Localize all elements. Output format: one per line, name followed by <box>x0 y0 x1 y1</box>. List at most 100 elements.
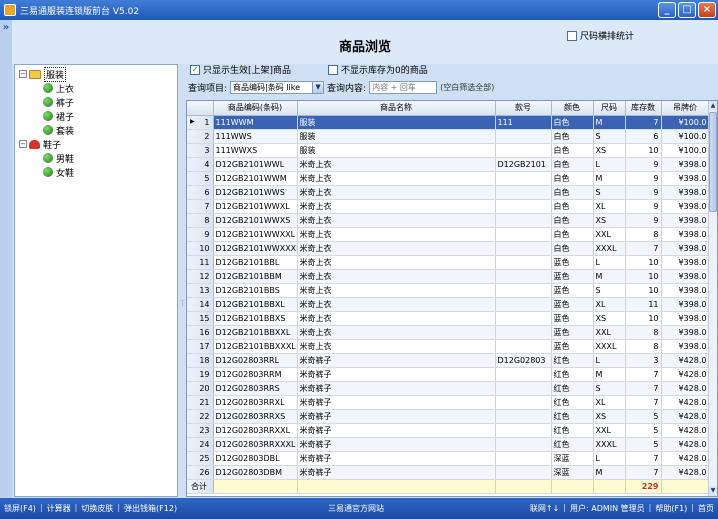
table-cell[interactable]: 米奇裤子 <box>297 423 496 438</box>
table-cell[interactable]: 服装 <box>297 129 496 144</box>
table-cell[interactable]: ¥398.0 <box>661 241 710 256</box>
table-cell[interactable]: S <box>593 129 626 144</box>
table-cell[interactable]: 7 <box>625 241 662 256</box>
table-cell[interactable]: XL <box>593 395 626 410</box>
show-active-option[interactable]: ✓ 只显示生效[上架]商品 <box>190 63 291 76</box>
table-cell[interactable]: XS <box>593 311 626 326</box>
table-cell[interactable]: 米奇上衣 <box>297 255 496 270</box>
table-cell[interactable]: L <box>593 255 626 270</box>
table-cell[interactable]: 米奇上衣 <box>297 269 496 284</box>
status-right-item-1[interactable]: 用户: ADMIN 管理员 <box>570 503 645 514</box>
query-item-select[interactable]: 商品编码|条码 like ▼ <box>230 81 325 94</box>
table-cell[interactable]: ¥398.0 <box>661 185 710 200</box>
row-number[interactable]: 16 <box>187 325 214 340</box>
maximize-button[interactable]: □ <box>678 2 696 18</box>
table-cell[interactable]: 10 <box>625 143 662 158</box>
table-cell[interactable]: 10 <box>625 283 662 298</box>
status-right-item-3[interactable]: 首页 <box>698 503 714 514</box>
table-cell[interactable]: M <box>593 465 626 480</box>
table-cell[interactable] <box>495 269 552 284</box>
table-cell[interactable]: XXXL <box>593 241 626 256</box>
row-number[interactable]: 22 <box>187 409 214 424</box>
column-header[interactable]: 商品编码(条码) <box>213 101 298 116</box>
status-left-item-0[interactable]: 锁屏(F4) <box>4 503 36 514</box>
table-cell[interactable]: ¥428.0 <box>661 409 710 424</box>
scroll-up-icon[interactable]: ▲ <box>709 101 717 111</box>
hide-zero-checkbox[interactable] <box>328 64 338 75</box>
status-left-item-1[interactable]: 计算器 <box>47 503 71 514</box>
table-row[interactable]: 17 D12GB2101BBXXXL 米奇上衣 蓝色 XXXL 8 ¥398.0 <box>187 339 710 354</box>
table-cell[interactable] <box>495 241 552 256</box>
table-cell[interactable]: 111WWXS <box>213 143 298 158</box>
table-cell[interactable]: 红色 <box>551 423 594 438</box>
table-cell[interactable]: 米奇上衣 <box>297 283 496 298</box>
table-row[interactable]: 3 111WWXS 服装 白色 XS 10 ¥100.0 <box>187 143 710 158</box>
row-number[interactable]: 18 <box>187 353 214 368</box>
collapse-icon[interactable]: − <box>19 70 27 78</box>
table-cell[interactable] <box>495 227 552 242</box>
table-cell[interactable]: 蓝色 <box>551 255 594 270</box>
table-cell[interactable]: D12GB2101WWXXXL <box>213 241 298 256</box>
table-cell[interactable]: 米奇上衣 <box>297 171 496 186</box>
tree-node-label[interactable]: 裙子 <box>56 110 74 123</box>
table-cell[interactable]: D12GB2101WWL <box>213 157 298 172</box>
table-cell[interactable]: 白色 <box>551 241 594 256</box>
table-cell[interactable]: 白色 <box>551 213 594 228</box>
table-cell[interactable]: 米奇上衣 <box>297 199 496 214</box>
table-cell[interactable]: 深蓝 <box>551 451 594 466</box>
table-cell[interactable]: XXL <box>593 423 626 438</box>
status-right-item-2[interactable]: 帮助(F1) <box>655 503 687 514</box>
table-cell[interactable]: ¥398.0 <box>661 255 710 270</box>
table-cell[interactable]: XS <box>593 409 626 424</box>
table-cell[interactable]: 米奇上衣 <box>297 241 496 256</box>
table-cell[interactable]: 8 <box>625 227 662 242</box>
table-cell[interactable]: 红色 <box>551 395 594 410</box>
table-cell[interactable]: 深蓝 <box>551 465 594 480</box>
table-cell[interactable]: XL <box>593 297 626 312</box>
table-row[interactable]: 25 D12G02803DBL 米奇裤子 深蓝 L 7 ¥428.0 <box>187 451 710 466</box>
table-cell[interactable]: S <box>593 283 626 298</box>
table-cell[interactable]: ¥100.0 <box>661 129 710 144</box>
table-cell[interactable]: 111 <box>495 115 552 130</box>
table-row[interactable]: 22 D12G02803RRXS 米奇裤子 红色 XS 5 ¥428.0 <box>187 409 710 424</box>
table-cell[interactable]: ¥428.0 <box>661 437 710 452</box>
table-cell[interactable]: ¥100.0 <box>661 115 710 130</box>
table-cell[interactable]: 米奇上衣 <box>297 213 496 228</box>
close-button[interactable]: × <box>698 2 716 18</box>
table-cell[interactable]: D12G02803RRXS <box>213 409 298 424</box>
tree-node-label[interactable]: 服装 <box>44 66 67 82</box>
table-cell[interactable]: 5 <box>625 437 662 452</box>
table-cell[interactable]: XXXL <box>593 437 626 452</box>
table-cell[interactable]: 9 <box>625 185 662 200</box>
table-cell[interactable] <box>495 465 552 480</box>
column-header[interactable]: 尺码 <box>593 101 626 116</box>
table-cell[interactable] <box>495 381 552 396</box>
scrollbar-thumb[interactable] <box>709 112 717 212</box>
table-row[interactable]: 23 D12G02803RRXXL 米奇裤子 红色 XXL 5 ¥428.0 <box>187 423 710 438</box>
table-cell[interactable]: 11 <box>625 297 662 312</box>
status-right-item-0[interactable]: 联网↑↓ <box>530 503 559 514</box>
table-cell[interactable]: ¥428.0 <box>661 451 710 466</box>
table-cell[interactable]: ¥428.0 <box>661 367 710 382</box>
table-row[interactable]: 21 D12G02803RRXL 米奇裤子 红色 XL 7 ¥428.0 <box>187 395 710 410</box>
table-cell[interactable]: 米奇裤子 <box>297 465 496 480</box>
table-cell[interactable]: 白色 <box>551 227 594 242</box>
table-cell[interactable]: D12GB2101BBM <box>213 269 298 284</box>
tree-node-mens-shoes[interactable]: 男鞋 <box>19 151 177 165</box>
table-cell[interactable]: 米奇上衣 <box>297 185 496 200</box>
table-row[interactable]: 10 D12GB2101WWXXXL 米奇上衣 白色 XXXL 7 ¥398.0 <box>187 241 710 256</box>
table-cell[interactable]: 蓝色 <box>551 325 594 340</box>
table-cell[interactable] <box>495 255 552 270</box>
table-cell[interactable] <box>495 185 552 200</box>
table-cell[interactable]: D12GB2101WWXL <box>213 199 298 214</box>
table-cell[interactable]: D12GB2101BBXXXL <box>213 339 298 354</box>
row-number[interactable]: 12 <box>187 269 214 284</box>
table-cell[interactable]: 7 <box>625 115 662 130</box>
table-row[interactable]: 26 D12G02803DBM 米奇裤子 深蓝 M 7 ¥428.0 <box>187 465 710 480</box>
table-row[interactable]: 13 D12GB2101BBS 米奇上衣 蓝色 S 10 ¥398.0 <box>187 283 710 298</box>
table-cell[interactable]: 红色 <box>551 353 594 368</box>
table-cell[interactable]: 9 <box>625 199 662 214</box>
table-cell[interactable]: D12G02803RRXXL <box>213 423 298 438</box>
tree-node-label[interactable]: 裤子 <box>56 96 74 109</box>
row-number[interactable]: ▶ 1 <box>187 115 214 130</box>
